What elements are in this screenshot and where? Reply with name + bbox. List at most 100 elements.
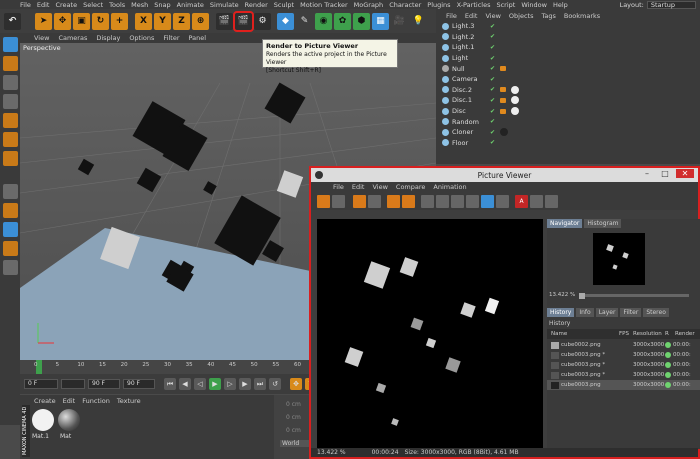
min-frame-field[interactable] [61,379,85,389]
mat-menu-texture[interactable]: Texture [117,397,141,405]
mat-menu-create[interactable]: Create [34,397,56,405]
history-row[interactable]: cube0002.png 3000x3000 00:00: [547,340,700,350]
cube-primitive-icon[interactable]: ◆ [277,12,294,30]
a-icon[interactable]: A [515,194,528,208]
material-swatch[interactable] [32,409,54,431]
menu-motion-tracker[interactable]: Motion Tracker [300,1,348,9]
vp-menu-view[interactable]: View [34,34,49,42]
prev-frame-icon[interactable]: ◁ [194,378,206,390]
region-icon[interactable] [387,194,400,208]
menu-simulate[interactable]: Simulate [210,1,239,9]
end-frame-field[interactable]: 90 F [88,379,120,389]
obj-menu-tags[interactable]: Tags [541,12,555,21]
coord-x[interactable]: 0 cm [286,401,310,408]
menu-help[interactable]: Help [553,1,568,9]
goto-end-icon[interactable]: ⏭ [254,378,266,390]
coord-z[interactable]: 0 cm [286,427,310,434]
start-frame-field[interactable]: 0 F [24,379,58,389]
menu-file[interactable]: File [20,1,31,9]
pv-titlebar[interactable]: Picture Viewer – □ ✕ [311,168,698,182]
menu-edit[interactable]: Edit [37,1,50,9]
vp-menu-cameras[interactable]: Cameras [58,34,87,42]
tab-histogram[interactable]: Histogram [584,219,622,228]
camera-icon[interactable]: 🎥 [391,12,408,30]
coord-system[interactable]: World [280,440,310,447]
coordinate-system-icon[interactable]: ⊕ [192,12,209,30]
vp-menu-display[interactable]: Display [96,34,120,42]
array-icon[interactable]: ✿ [334,12,351,30]
close-icon[interactable]: ✕ [676,169,694,178]
max-frame-field[interactable]: 90 F [123,379,155,389]
arrow-icon[interactable] [530,194,543,208]
vp-menu-filter[interactable]: Filter [163,34,179,42]
obj-menu-edit[interactable]: Edit [465,12,478,21]
model-mode-icon[interactable] [2,56,18,71]
workplane-icon[interactable] [2,94,18,109]
menu-tools[interactable]: Tools [109,1,125,9]
pv-menu-compare[interactable]: Compare [396,183,426,191]
object-row[interactable]: Disc ✔ [436,106,700,117]
render-settings-icon[interactable]: ⚙ [254,12,271,30]
object-row[interactable]: Camera ✔ [436,74,700,85]
object-row[interactable]: Disc.2 ✔ [436,85,700,96]
floor-icon[interactable]: ▦ [372,12,389,30]
object-row[interactable]: Null ✔ [436,63,700,74]
axis-z-button[interactable]: Z [173,12,190,30]
layout-dropdown[interactable]: Startup [646,0,696,9]
tab-filter[interactable]: Filter [620,308,642,317]
navigator-thumbnail[interactable] [593,233,645,285]
menu-script[interactable]: Script [496,1,515,9]
maximize-icon[interactable]: □ [658,169,672,178]
obj-menu-file[interactable]: File [446,12,457,21]
open-icon[interactable] [317,194,330,208]
subdivision-icon[interactable]: ◉ [315,12,332,30]
menu-mesh[interactable]: Mesh [131,1,148,9]
next-frame-icon[interactable]: ▷ [224,378,236,390]
menu-animate[interactable]: Animate [177,1,204,9]
goto-start-icon[interactable]: ⏮ [164,378,176,390]
coord-y[interactable]: 0 cm [286,414,310,421]
loop-icon[interactable]: ↺ [269,378,281,390]
mat-menu-edit[interactable]: Edit [63,397,76,405]
stop-icon[interactable] [368,194,381,208]
menu-create[interactable]: Create [55,1,77,9]
tab-layer[interactable]: Layer [595,308,619,317]
split-icon[interactable] [436,194,449,208]
vp-menu-options[interactable]: Options [129,34,154,42]
move-icon[interactable]: ✥ [54,12,71,30]
object-row[interactable]: Light.2 ✔ [436,32,700,43]
object-row[interactable]: Light.1 ✔ [436,42,700,53]
tab-navigator[interactable]: Navigator [547,219,583,228]
axis-x-button[interactable]: X [135,12,152,30]
render-canvas[interactable] [317,219,543,449]
spline-pen-icon[interactable]: ✎ [296,12,313,30]
select-arrow-icon[interactable]: ➤ [35,12,52,30]
render-icon[interactable] [353,194,366,208]
menu-mograph[interactable]: MoGraph [354,1,384,9]
menu-plugins[interactable]: Plugins [427,1,450,9]
vp-menu-panel[interactable]: Panel [189,34,207,42]
menu-render[interactable]: Render [245,1,268,9]
filter-icon[interactable] [481,194,494,208]
make-editable-icon[interactable] [2,37,18,52]
scale-icon[interactable]: ▣ [73,12,90,30]
render-to-picture-viewer-button[interactable]: 🎬 [233,10,254,32]
rotate-icon[interactable]: ↻ [92,12,109,30]
move-keys-icon[interactable]: ✥ [290,378,302,390]
save-icon[interactable] [332,194,345,208]
sv-icon[interactable] [466,194,479,208]
pv-menu-file[interactable]: File [333,183,344,191]
history-row[interactable]: cube0003.png * 3000x3000 00:00: [547,360,700,370]
obj-menu-view[interactable]: View [485,12,500,21]
object-row[interactable]: Random ✔ [436,116,700,127]
prev-key-icon[interactable]: ◀ [179,378,191,390]
history-row[interactable]: cube0003.png * 3000x3000 00:00: [547,370,700,380]
polygons-mode-icon[interactable] [2,151,18,166]
compare-icon[interactable] [402,194,415,208]
pip-icon[interactable] [545,194,558,208]
light-icon[interactable]: 💡 [410,12,427,30]
tab-stereo[interactable]: Stereo [643,308,669,317]
material-swatch[interactable] [58,409,80,431]
pv-menu-edit[interactable]: Edit [352,183,365,191]
texture-mode-icon[interactable] [2,75,18,90]
